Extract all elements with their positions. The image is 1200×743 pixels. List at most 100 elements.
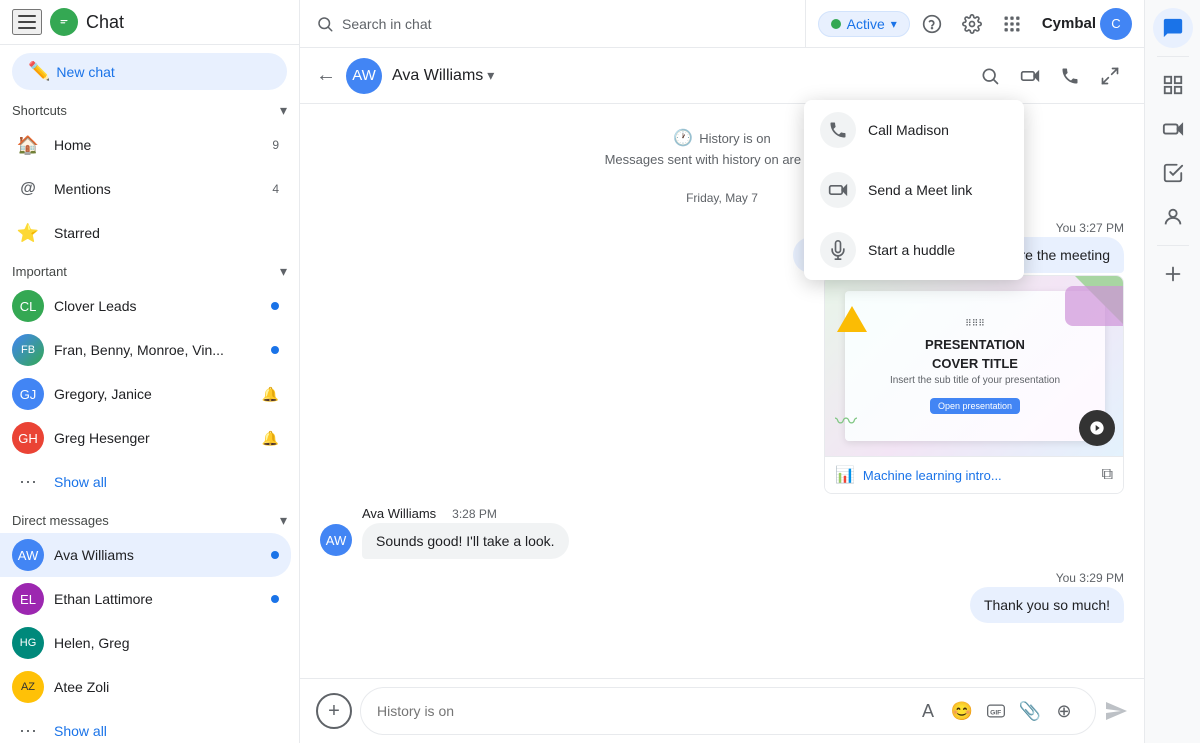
greg-hesenger-bell: 🔔 (262, 430, 279, 447)
message-2: AW Ava Williams 3:28 PM Sounds good! I'l… (320, 506, 1124, 559)
dm-chevron: ▾ (280, 512, 287, 529)
tab-divider-2 (1157, 245, 1189, 246)
sidebar-item-helen-greg[interactable]: HG Helen, Greg (0, 621, 291, 665)
active-chevron-icon: ▾ (891, 17, 897, 31)
topbar-right: Active ▾ Cymbal C (806, 6, 1144, 42)
dropdown-menu: Call Madison Send a Meet link Start a hu… (804, 100, 1024, 280)
dm-show-all[interactable]: ⋯ Show all (0, 709, 299, 743)
add-content-button[interactable]: + (316, 693, 352, 729)
input-actions: A 😊 GIF 📎 ⊕ (913, 696, 1079, 726)
chat-header: ← AW Ava Williams ▾ (300, 48, 1144, 104)
sidebar-item-ethan-lattimore[interactable]: EL Ethan Lattimore (0, 577, 291, 621)
mentions-count: 4 (272, 182, 279, 196)
sidebar-item-greg-hesenger[interactable]: GH Greg Hesenger 🔔 (0, 416, 291, 460)
ethan-lattimore-badge (271, 595, 279, 603)
gregory-janice-avatar: GJ (12, 378, 44, 410)
shortcuts-chevron: ▾ (280, 102, 287, 119)
chat-header-actions (972, 58, 1128, 94)
copy-attachment-icon[interactable]: ⧉ (1102, 466, 1113, 484)
help-button[interactable] (914, 6, 950, 42)
msg3-bubble: Thank you so much! (970, 587, 1124, 623)
cymbal-label: Cymbal (1042, 15, 1096, 32)
search-input[interactable] (342, 16, 789, 32)
search-icon (316, 15, 334, 33)
input-field-wrapper: A 😊 GIF 📎 ⊕ (360, 687, 1096, 735)
helen-greg-avatar: HG (12, 627, 44, 659)
shortcuts-label: Shortcuts (12, 103, 67, 118)
important-show-all[interactable]: ⋯ Show all (0, 460, 299, 504)
ethan-lattimore-avatar: EL (12, 583, 44, 615)
sidebar: Chat ✏️ New chat Shortcuts ▾ 🏠 Home 9 @ … (0, 0, 300, 743)
shortcuts-section-header[interactable]: Shortcuts ▾ (0, 94, 299, 123)
msg2-avatar: AW (320, 524, 352, 556)
sidebar-item-fran-group[interactable]: FB Fran, Benny, Monroe, Vin... (0, 328, 291, 372)
dropdown-item-meet[interactable]: Send a Meet link (804, 160, 1024, 220)
new-chat-button[interactable]: ✏️ New chat (12, 53, 287, 90)
chat-search-button[interactable] (972, 58, 1008, 94)
preview-overlay (1079, 410, 1115, 446)
ava-williams-badge (271, 551, 279, 559)
contact-name-chevron[interactable]: ▾ (487, 67, 494, 84)
back-button[interactable]: ← (316, 64, 336, 87)
attachment-preview: ⠿⠿⠿ PRESENTATION COVER TITLE Insert the … (825, 276, 1124, 456)
msg1-meta: You 3:27 PM (1056, 221, 1124, 235)
search-wrapper (300, 0, 806, 47)
app-title: Chat (86, 12, 124, 33)
gif-button[interactable]: GIF (981, 696, 1011, 726)
main-panel: Active ▾ Cymbal C ← AW Ava Williams ▾ (300, 0, 1144, 743)
tab-add[interactable] (1153, 254, 1193, 294)
tab-chat[interactable] (1153, 8, 1193, 48)
user-avatar[interactable]: C (1100, 8, 1132, 40)
huddle-icon (820, 232, 856, 268)
message-3: You 3:29 PM Thank you so much! (320, 571, 1124, 623)
tab-spaces[interactable] (1153, 65, 1193, 105)
active-status-badge[interactable]: Active ▾ (818, 11, 910, 37)
sidebar-item-atee-zoli[interactable]: AZ Atee Zoli (0, 665, 291, 709)
chat-contact-name: Ava Williams ▾ (392, 67, 494, 85)
greg-hesenger-avatar: GH (12, 422, 44, 454)
important-section-header[interactable]: Important ▾ (0, 255, 299, 284)
important-label: Important (12, 264, 67, 279)
dm-section-header[interactable]: Direct messages ▾ (0, 504, 299, 533)
sidebar-item-clover-leads[interactable]: CL Clover Leads (0, 284, 291, 328)
sidebar-item-mentions[interactable]: @ Mentions 4 (0, 167, 291, 211)
msg1-attachment[interactable]: ⠿⠿⠿ PRESENTATION COVER TITLE Insert the … (824, 275, 1124, 494)
send-button[interactable] (1104, 699, 1128, 723)
more-options-button[interactable]: ⊕ (1049, 696, 1079, 726)
fran-group-avatar: FB (12, 334, 44, 366)
sidebar-item-ava-williams[interactable]: AW Ava Williams (0, 533, 291, 577)
clover-leads-badge (271, 302, 279, 310)
sidebar-item-gregory-janice[interactable]: GJ Gregory, Janice 🔔 (0, 372, 291, 416)
expand-button[interactable] (1092, 58, 1128, 94)
dm-label: Direct messages (12, 513, 109, 528)
gregory-janice-bell: 🔔 (262, 386, 279, 403)
home-icon: 🏠 (12, 129, 44, 161)
clover-leads-avatar: CL (12, 290, 44, 322)
hamburger-menu[interactable] (12, 9, 42, 35)
attach-file-button[interactable]: 📎 (1015, 696, 1045, 726)
call-icon (820, 112, 856, 148)
sidebar-item-starred[interactable]: ⭐ Starred (0, 211, 291, 255)
mentions-icon: @ (12, 173, 44, 205)
settings-button[interactable] (954, 6, 990, 42)
apps-button[interactable] (994, 6, 1030, 42)
dropdown-item-call[interactable]: Call Madison (804, 100, 1024, 160)
important-chevron: ▾ (280, 263, 287, 280)
sidebar-topbar: Chat (0, 0, 299, 45)
tab-contacts[interactable] (1153, 197, 1193, 237)
phone-button[interactable] (1052, 58, 1088, 94)
video-call-button[interactable] (1012, 58, 1048, 94)
message-input[interactable] (377, 703, 905, 719)
history-icon: 🕐 (673, 128, 693, 148)
emoji-button[interactable]: 😊 (947, 696, 977, 726)
chat-input-bar: + A 😊 GIF 📎 ⊕ (300, 678, 1144, 743)
tab-tasks[interactable] (1153, 153, 1193, 193)
main-topbar: Active ▾ Cymbal C (300, 0, 1144, 48)
format-text-button[interactable]: A (913, 696, 943, 726)
sidebar-item-home[interactable]: 🏠 Home 9 (0, 123, 291, 167)
msg3-meta: You 3:29 PM (1056, 571, 1124, 585)
tab-meet[interactable] (1153, 109, 1193, 149)
dropdown-item-huddle[interactable]: Start a huddle (804, 220, 1024, 280)
app-logo (50, 8, 78, 36)
right-tabs-panel (1144, 0, 1200, 743)
